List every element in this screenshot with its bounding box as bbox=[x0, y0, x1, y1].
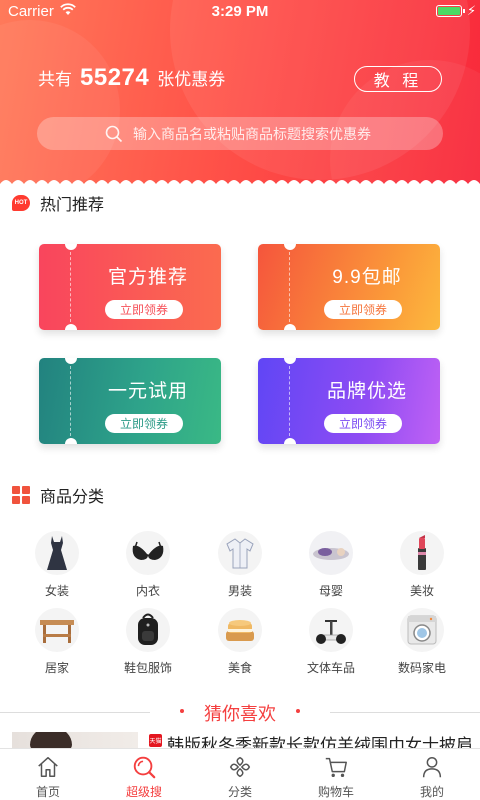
lipstick-icon bbox=[400, 531, 444, 575]
tutorial-button[interactable]: 教 程 bbox=[354, 66, 442, 92]
tab-label: 购物车 bbox=[317, 785, 354, 799]
ticket-title: 9.9包邮 bbox=[332, 267, 402, 288]
table-icon bbox=[35, 608, 79, 652]
cart-icon bbox=[325, 757, 347, 778]
claim-coupon-button[interactable]: 立即领券 bbox=[324, 414, 402, 433]
tab-label: 我的 bbox=[419, 785, 444, 799]
header-banner: Carrier 3:29 PM ⚡ 共有 55274 张优惠券 教 程 输入商品… bbox=[0, 0, 480, 190]
category-label: 女装 bbox=[44, 584, 69, 598]
ticket-brand-picks[interactable]: 品牌优选 立即领券 bbox=[258, 358, 440, 444]
wave-edge bbox=[0, 180, 480, 190]
washing-machine-icon bbox=[400, 608, 444, 652]
tab-profile[interactable]: 我的 bbox=[384, 749, 480, 800]
tab-label: 分类 bbox=[227, 785, 252, 799]
search-icon bbox=[105, 125, 123, 143]
category-section-heading: 商品分类 bbox=[12, 483, 104, 507]
coupon-summary: 共有 55274 张优惠券 bbox=[38, 64, 225, 92]
ticket-title: 一元试用 bbox=[107, 381, 188, 402]
category-icon bbox=[229, 756, 251, 778]
category-label: 数码家电 bbox=[397, 661, 446, 675]
category-section-title: 商品分类 bbox=[40, 489, 105, 506]
ticket-one-yuan-trial[interactable]: 一元试用 立即领券 bbox=[39, 358, 221, 444]
profile-icon bbox=[422, 756, 442, 778]
category-label: 鞋包服饰 bbox=[123, 661, 172, 675]
category-label: 男装 bbox=[227, 584, 252, 598]
hot-icon: HOT bbox=[12, 195, 30, 211]
ticket-title: 官方推荐 bbox=[107, 267, 188, 288]
category-label: 美妆 bbox=[409, 584, 434, 598]
bra-icon bbox=[126, 531, 170, 575]
search-input[interactable]: 输入商品名或粘贴商品标题搜索优惠券 bbox=[37, 117, 443, 150]
home-icon bbox=[38, 756, 58, 778]
charging-icon: ⚡ bbox=[467, 3, 477, 18]
category-sports-auto[interactable]: 文体车品 bbox=[291, 608, 371, 676]
tab-label: 超级搜 bbox=[125, 785, 162, 799]
hot-section-heading: HOT 热门推荐 bbox=[12, 191, 104, 215]
claim-coupon-button[interactable]: 立即领券 bbox=[105, 414, 183, 433]
cake-icon bbox=[218, 608, 262, 652]
category-women[interactable]: 女装 bbox=[17, 531, 97, 599]
coupon-suffix: 张优惠券 bbox=[157, 70, 226, 89]
tmall-badge: 天猫 bbox=[149, 734, 162, 747]
dress-icon bbox=[35, 531, 79, 575]
backpack-icon bbox=[126, 608, 170, 652]
grid-icon bbox=[12, 486, 30, 504]
category-label: 美食 bbox=[227, 661, 252, 675]
tab-label: 首页 bbox=[35, 785, 60, 799]
claim-coupon-button[interactable]: 立即领券 bbox=[324, 300, 402, 319]
category-home[interactable]: 居家 bbox=[17, 608, 97, 676]
coupon-count: 55274 bbox=[80, 64, 150, 91]
status-bar: Carrier 3:29 PM ⚡ bbox=[0, 0, 480, 24]
hot-section-title: 热门推荐 bbox=[40, 197, 105, 214]
claim-coupon-button[interactable]: 立即领券 bbox=[105, 300, 183, 319]
search-placeholder: 输入商品名或粘贴商品标题搜索优惠券 bbox=[133, 125, 371, 142]
category-men[interactable]: 男装 bbox=[200, 531, 280, 599]
search-icon bbox=[133, 756, 156, 779]
category-shoes-bags[interactable]: 鞋包服饰 bbox=[108, 608, 188, 676]
clock: 3:29 PM bbox=[211, 3, 269, 20]
tab-home[interactable]: 首页 bbox=[0, 749, 96, 800]
scooter-icon bbox=[309, 608, 353, 652]
tab-super-search[interactable]: 超级搜 bbox=[96, 749, 192, 800]
category-baby[interactable]: 母婴 bbox=[291, 531, 371, 599]
category-food[interactable]: 美食 bbox=[200, 608, 280, 676]
category-beauty[interactable]: 美妆 bbox=[382, 531, 462, 599]
category-label: 居家 bbox=[44, 661, 69, 675]
tab-category[interactable]: 分类 bbox=[192, 749, 288, 800]
category-label: 文体车品 bbox=[306, 661, 355, 675]
ticket-official[interactable]: 官方推荐 立即领券 bbox=[39, 244, 221, 330]
tab-cart[interactable]: 购物车 bbox=[288, 749, 384, 800]
category-underwear[interactable]: 内衣 bbox=[108, 531, 188, 599]
ticket-title: 品牌优选 bbox=[326, 381, 407, 402]
category-label: 内衣 bbox=[135, 584, 160, 598]
guess-section-title: 猜你喜欢 bbox=[204, 704, 276, 724]
battery-icon bbox=[436, 5, 462, 17]
baby-pillow-icon bbox=[309, 531, 353, 575]
shirt-icon bbox=[218, 531, 262, 575]
category-label: 母婴 bbox=[318, 584, 343, 598]
ticket-free-shipping[interactable]: 9.9包邮 立即领券 bbox=[258, 244, 440, 330]
category-digital-appliance[interactable]: 数码家电 bbox=[382, 608, 462, 676]
tab-bar: 首页 超级搜 分类 购物车 我的 bbox=[0, 748, 480, 800]
coupon-prefix: 共有 bbox=[38, 70, 72, 89]
